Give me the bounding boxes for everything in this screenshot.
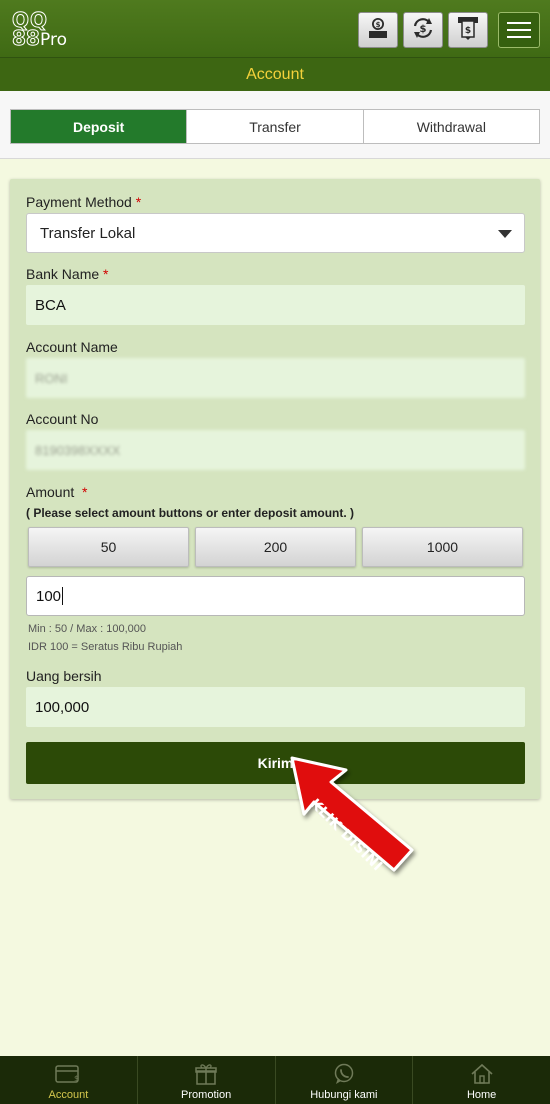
nav-hubungi-kami-label: Hubungi kami	[310, 1089, 378, 1101]
hamburger-menu-button[interactable]	[498, 12, 540, 48]
app-header: QQ 88 Pro $ $ $	[0, 0, 550, 58]
withdraw-header-button[interactable]: $	[448, 12, 488, 48]
payment-method-select[interactable]: Transfer Lokal	[26, 213, 525, 253]
nav-account[interactable]: $ Account	[0, 1056, 138, 1104]
bottom-navigation: $ Account Promotion Hubungi kami Home	[0, 1056, 550, 1104]
amount-buttons: 50 200 1000	[28, 527, 523, 567]
required-mark: *	[103, 266, 109, 282]
idr-conversion-text: IDR 100 = Seratus Ribu Rupiah	[28, 641, 183, 653]
bank-name-label: Bank Name *	[26, 266, 109, 282]
svg-text:$: $	[376, 21, 381, 29]
nav-home[interactable]: Home	[413, 1056, 550, 1104]
account-tabs: Deposit Transfer Withdrawal	[10, 109, 540, 144]
account-name-field[interactable]: RONI	[26, 358, 525, 398]
transfer-header-button[interactable]: $	[403, 12, 443, 48]
required-mark: *	[135, 194, 142, 210]
amount-button-200[interactable]: 200	[195, 527, 356, 567]
tab-withdrawal[interactable]: Withdrawal	[364, 110, 539, 143]
page-title-bar: Account	[0, 58, 550, 91]
amount-input[interactable]: 100	[26, 576, 525, 616]
svg-text:$: $	[420, 24, 427, 35]
nav-promotion[interactable]: Promotion	[138, 1056, 276, 1104]
amount-label-text: Amount	[26, 484, 75, 500]
net-amount-field: 100,000	[26, 687, 525, 727]
payment-method-value: Transfer Lokal	[40, 224, 136, 242]
text-cursor	[62, 587, 64, 605]
min-max-text: Min : 50 / Max : 100,000	[28, 623, 147, 635]
tab-transfer[interactable]: Transfer	[187, 110, 364, 143]
amount-hint: ( Please select amount buttons or enter …	[26, 506, 355, 520]
menu-icon-bar	[507, 22, 531, 24]
qq88pro-logo[interactable]: QQ 88 Pro	[11, 10, 92, 51]
deposit-header-button[interactable]: $	[358, 12, 398, 48]
payment-method-label: Payment Method *	[26, 194, 141, 210]
bank-name-label-text: Bank Name	[26, 266, 100, 282]
wallet-icon: $	[55, 1063, 81, 1085]
menu-icon-bar	[507, 29, 531, 31]
svg-text:$: $	[465, 26, 471, 36]
home-icon	[469, 1063, 495, 1085]
click-here-arrow	[290, 756, 414, 872]
transfer-icon: $	[410, 15, 436, 46]
amount-input-value: 100	[36, 587, 62, 605]
payment-method-label-text: Payment Method	[26, 194, 132, 210]
logo-line3: Pro	[40, 30, 67, 50]
amount-button-50[interactable]: 50	[28, 527, 189, 567]
nav-promotion-label: Promotion	[181, 1089, 232, 1101]
nav-home-label: Home	[466, 1089, 497, 1101]
account-no-field[interactable]: 8190398XXXX	[26, 430, 525, 470]
chevron-down-icon	[498, 230, 512, 238]
account-name-label: Account Name	[26, 339, 118, 355]
amount-label: Amount *	[26, 484, 87, 500]
account-no-label: Account No	[26, 411, 99, 427]
required-mark: *	[82, 484, 88, 500]
tab-deposit[interactable]: Deposit	[11, 110, 188, 143]
nav-hubungi-kami[interactable]: Hubungi kami	[276, 1056, 414, 1104]
kirim-submit-button[interactable]: Kirim	[26, 742, 525, 784]
deposit-form: Payment Method * Transfer Lokal Bank Nam…	[10, 179, 540, 799]
withdraw-icon: $	[456, 15, 480, 46]
page-title: Account	[246, 65, 304, 83]
logo-line2: 88	[12, 26, 41, 50]
bank-name-field[interactable]: BCA	[26, 285, 525, 325]
nav-account-label: Account	[48, 1089, 89, 1101]
amount-button-1000[interactable]: 1000	[362, 527, 523, 567]
tab-area: Deposit Transfer Withdrawal	[0, 91, 550, 159]
menu-icon-bar	[507, 36, 531, 38]
svg-text:$: $	[74, 1074, 79, 1083]
deposit-icon: $	[366, 16, 390, 45]
whatsapp-icon	[331, 1063, 357, 1085]
net-amount-label: Uang bersih	[26, 668, 102, 684]
gift-icon	[193, 1063, 219, 1085]
